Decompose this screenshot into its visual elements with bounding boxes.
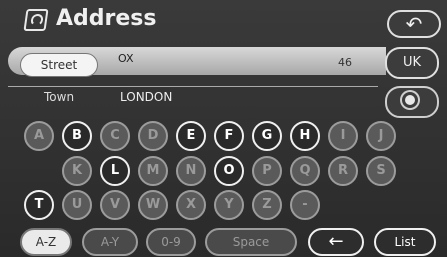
key-j[interactable]: J bbox=[366, 121, 396, 151]
address-entry-screen: Address ↶ Street OX 46 UK Town LONDON AB… bbox=[0, 0, 447, 257]
page-title: Address bbox=[56, 6, 157, 31]
key-o[interactable]: O bbox=[214, 156, 244, 186]
key-h[interactable]: H bbox=[290, 121, 320, 151]
key-v[interactable]: V bbox=[100, 190, 130, 220]
town-value[interactable]: LONDON bbox=[120, 90, 172, 104]
key-u[interactable]: U bbox=[62, 190, 92, 220]
target-button[interactable] bbox=[385, 86, 439, 118]
key-n[interactable]: N bbox=[176, 156, 206, 186]
back-button[interactable]: ↶ bbox=[387, 10, 441, 38]
key-a[interactable]: A bbox=[24, 121, 54, 151]
key-k[interactable]: K bbox=[62, 156, 92, 186]
street-input-value[interactable]: OX bbox=[118, 52, 134, 65]
space-button[interactable]: Space bbox=[205, 228, 297, 256]
key-w[interactable]: W bbox=[138, 190, 168, 220]
key-t[interactable]: T bbox=[24, 190, 54, 220]
key-r[interactable]: R bbox=[328, 156, 358, 186]
backspace-button[interactable]: ← bbox=[308, 228, 364, 256]
key-c[interactable]: C bbox=[100, 121, 130, 151]
key-p[interactable]: P bbox=[252, 156, 282, 186]
key-f[interactable]: F bbox=[214, 121, 244, 151]
match-count: 46 bbox=[338, 56, 352, 69]
town-label: Town bbox=[44, 90, 75, 104]
numeric-mode-button[interactable]: 0-9 bbox=[146, 228, 196, 256]
key-g[interactable]: G bbox=[252, 121, 282, 151]
key-b[interactable]: B bbox=[62, 121, 92, 151]
key-e[interactable]: E bbox=[176, 121, 206, 151]
ay-mode-button[interactable]: A-Y bbox=[82, 228, 138, 256]
key-i[interactable]: I bbox=[328, 121, 358, 151]
key-d[interactable]: D bbox=[138, 121, 168, 151]
address-book-icon bbox=[23, 9, 49, 31]
country-button[interactable]: UK bbox=[385, 47, 439, 79]
key-m[interactable]: M bbox=[138, 156, 168, 186]
key-s[interactable]: S bbox=[366, 156, 396, 186]
key-q[interactable]: Q bbox=[290, 156, 320, 186]
target-icon bbox=[405, 95, 415, 105]
divider bbox=[8, 86, 378, 87]
list-button[interactable]: List bbox=[374, 228, 436, 256]
key-l[interactable]: L bbox=[100, 156, 130, 186]
key-z[interactable]: Z bbox=[252, 190, 282, 220]
key-x[interactable]: X bbox=[176, 190, 206, 220]
key-y[interactable]: Y bbox=[214, 190, 244, 220]
street-tab[interactable]: Street bbox=[20, 53, 98, 77]
az-mode-button[interactable]: A-Z bbox=[20, 228, 72, 256]
key-hyphen[interactable]: - bbox=[290, 190, 320, 220]
